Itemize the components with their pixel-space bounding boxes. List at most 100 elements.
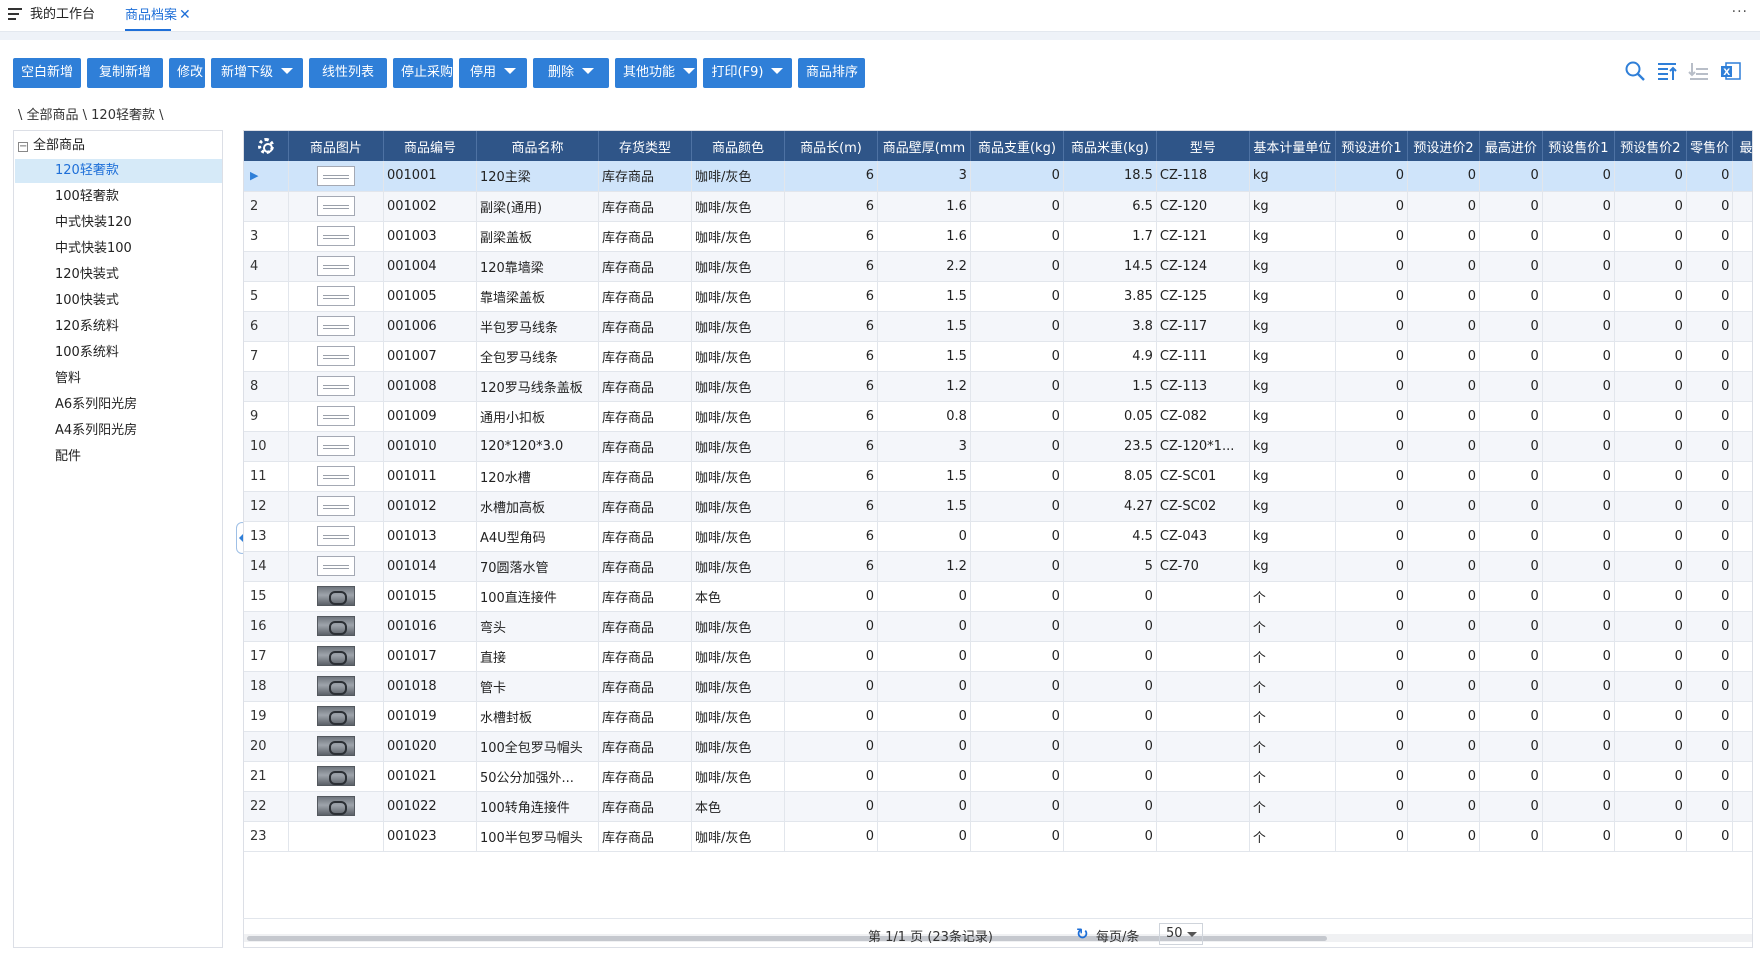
tree-item[interactable]: 120快装式 [15, 263, 222, 287]
table-row[interactable]: 15001015100直连接件库存商品本色0000个0000000 [244, 581, 1752, 612]
refresh-icon[interactable]: ↻ [1076, 925, 1089, 943]
profile-drawing-thumbnail[interactable] [316, 256, 355, 276]
tree-item[interactable]: A6系列阳光房 [15, 393, 222, 417]
tab-product-archive[interactable]: 商品档案 ✕ [125, 0, 191, 31]
profile-drawing-thumbnail[interactable] [316, 466, 355, 486]
profile-drawing-thumbnail[interactable] [316, 226, 355, 246]
tree-item[interactable]: 中式快装100 [15, 237, 222, 261]
product-image-cell[interactable] [288, 791, 384, 822]
table-row[interactable]: 6 001006 半包罗马线条 库存商品 咖啡/灰色 6 1.5 0 3.8 CZ-117 kg 0 0… [244, 311, 1752, 342]
table-row[interactable]: 7 001007 全包罗马线条 库存商品 咖啡/灰色 6 1.5 0 4.9 CZ-111 kg 0 0… [244, 341, 1752, 372]
column-header[interactable]: 商品图片 [288, 131, 384, 161]
product-image-cell[interactable] [288, 491, 384, 522]
profile-drawing-thumbnail[interactable] [316, 346, 355, 366]
column-settings[interactable] [244, 131, 289, 161]
tree-root[interactable]: − 全部商品 [18, 135, 85, 157]
tree-item[interactable]: 100快装式 [15, 289, 222, 313]
profile-drawing-thumbnail[interactable] [316, 526, 355, 546]
product-photo-thumbnail[interactable] [316, 766, 355, 786]
table-row[interactable]: 5 001005 靠墙梁盖板 库存商品 咖啡/灰色 6 1.5 0 3.85 CZ-125 kg 0 0… [244, 281, 1752, 312]
product-photo-thumbnail[interactable] [316, 616, 355, 636]
table-row[interactable]: 3 001003 副梁盖板 库存商品 咖啡/灰色 6 1.6 0 1.7 CZ-121 kg 0 0 0 0… [244, 221, 1752, 252]
toolbar-button-4[interactable]: 线性列表 [309, 58, 387, 88]
product-image-cell[interactable] [288, 761, 384, 792]
product-photo-thumbnail[interactable] [316, 706, 355, 726]
tree-item[interactable]: 管料 [15, 367, 222, 391]
collapse-icon[interactable]: − [18, 142, 28, 152]
column-header[interactable]: 基本计量单位 [1249, 131, 1336, 161]
product-image-cell[interactable] [288, 521, 384, 552]
toolbar-button-1[interactable]: 复制新增 [87, 58, 163, 88]
sort-desc-icon[interactable] [1656, 60, 1680, 84]
more-icon[interactable]: ··· [1732, 4, 1748, 20]
tree-item[interactable]: 配件 [15, 445, 222, 469]
column-header[interactable]: 最高售价 [1732, 131, 1752, 161]
column-header[interactable]: 商品米重(kg) [1063, 131, 1157, 161]
column-header[interactable]: 商品长(m) [784, 131, 878, 161]
profile-drawing-thumbnail[interactable] [316, 286, 355, 306]
table-row[interactable]: 22001022100转角连接件库存商品本色0000个0000000 [244, 791, 1752, 822]
toolbar-button-5[interactable]: 停止采购 [393, 58, 453, 88]
toolbar-button-8[interactable]: 其他功能 [615, 58, 697, 88]
per-page-select[interactable]: 50 [1159, 923, 1203, 945]
column-header[interactable]: 预设进价1 [1335, 131, 1408, 161]
product-image-cell[interactable] [288, 701, 384, 732]
table-row[interactable]: 2 001002 副梁(通用) 库存商品 咖啡/灰色 6 1.6 0 6.5 CZ-120 kg 0 0… [244, 191, 1752, 222]
product-image-cell[interactable] [288, 251, 384, 282]
tab-workbench[interactable]: 我的工作台 [30, 0, 95, 30]
toolbar-button-3[interactable]: 新增下级 [211, 58, 303, 88]
column-header[interactable]: 型号 [1156, 131, 1250, 161]
column-header[interactable]: 预设进价2 [1407, 131, 1481, 161]
gear-icon[interactable] [257, 138, 274, 154]
close-icon[interactable]: ✕ [179, 7, 191, 23]
product-photo-thumbnail[interactable] [316, 646, 355, 666]
menu-icon[interactable] [8, 8, 22, 20]
table-row[interactable]: 16001016弯头库存商品咖啡/灰色0000个0000000 [244, 611, 1752, 642]
table-row[interactable]: 17001017直接库存商品咖啡/灰色0000个0000000 [244, 641, 1752, 672]
profile-drawing-thumbnail[interactable] [316, 436, 355, 456]
product-image-cell[interactable] [288, 461, 384, 492]
tree-item[interactable]: 120轻奢款 [15, 159, 222, 183]
tree-item[interactable]: 中式快装120 [15, 211, 222, 235]
product-image-cell[interactable] [288, 431, 384, 462]
profile-drawing-thumbnail[interactable] [316, 165, 355, 186]
product-image-cell[interactable] [288, 191, 384, 222]
product-image-cell[interactable] [288, 341, 384, 372]
profile-drawing-thumbnail[interactable] [316, 196, 355, 216]
product-image-cell[interactable] [288, 401, 384, 432]
toolbar-button-6[interactable]: 停用 [459, 58, 527, 88]
table-row[interactable]: 4 001004 120靠墙梁 库存商品 咖啡/灰色 6 2.2 0 14.5 CZ-124 kg 0… [244, 251, 1752, 282]
table-row[interactable]: 10 001010 120*120*3.0 库存商品 咖啡/灰色 6 3 0 23.5 CZ-12… [244, 431, 1752, 462]
product-photo-thumbnail[interactable] [316, 796, 355, 816]
column-header[interactable]: 预设售价1 [1542, 131, 1615, 161]
column-header[interactable]: 商品颜色 [691, 131, 785, 161]
column-header[interactable]: 商品编号 [383, 131, 477, 161]
tree-item[interactable]: 100轻奢款 [15, 185, 222, 209]
toolbar-button-9[interactable]: 打印(F9) [703, 58, 792, 88]
product-image-cell[interactable] [288, 611, 384, 642]
toolbar-button-7[interactable]: 删除 [533, 58, 609, 88]
table-row[interactable]: 19001019水槽封板库存商品咖啡/灰色0000个0000000 [244, 701, 1752, 732]
table-row[interactable]: ▶ 001001 120主梁 库存商品 咖啡/灰色 6 3 0 18.5 CZ-118 kg 0 0 0 0… [244, 161, 1752, 192]
tree-item[interactable]: 100系统料 [15, 341, 222, 365]
toolbar-button-2[interactable]: 修改 [169, 58, 205, 88]
table-row[interactable]: 9 001009 通用小扣板 库存商品 咖啡/灰色 6 0.8 0 0.05 CZ-082 kg 0 0… [244, 401, 1752, 432]
table-row[interactable]: 23001023100半包罗马帽头库存商品咖啡/灰色0000个0000000 [244, 821, 1752, 852]
toolbar-button-10[interactable]: 商品排序 [798, 58, 865, 88]
column-header[interactable]: 商品支重(kg) [970, 131, 1064, 161]
column-header[interactable]: 商品壁厚(mm [877, 131, 971, 161]
profile-drawing-thumbnail[interactable] [316, 496, 355, 516]
column-header[interactable]: 预设售价2 [1614, 131, 1687, 161]
product-photo-thumbnail[interactable] [316, 676, 355, 696]
product-image-cell[interactable] [288, 551, 384, 582]
profile-drawing-thumbnail[interactable] [316, 406, 355, 426]
sort-asc-icon[interactable] [1688, 60, 1712, 84]
product-photo-thumbnail[interactable] [316, 586, 355, 606]
product-image-cell[interactable] [288, 641, 384, 672]
table-row[interactable]: 18001018管卡库存商品咖啡/灰色0000个0000000 [244, 671, 1752, 702]
table-row[interactable]: 12 001012 水槽加高板 库存商品 咖啡/灰色 6 1.5 0 4.27 CZ-SC02 kg… [244, 491, 1752, 522]
column-header[interactable]: 最高进价 [1479, 131, 1543, 161]
profile-drawing-thumbnail[interactable] [316, 316, 355, 336]
column-header[interactable]: 零售价 [1686, 131, 1734, 161]
table-row[interactable]: 8 001008 120罗马线条盖板 库存商品 咖啡/灰色 6 1.2 0 1.5 CZ-113 k… [244, 371, 1752, 402]
